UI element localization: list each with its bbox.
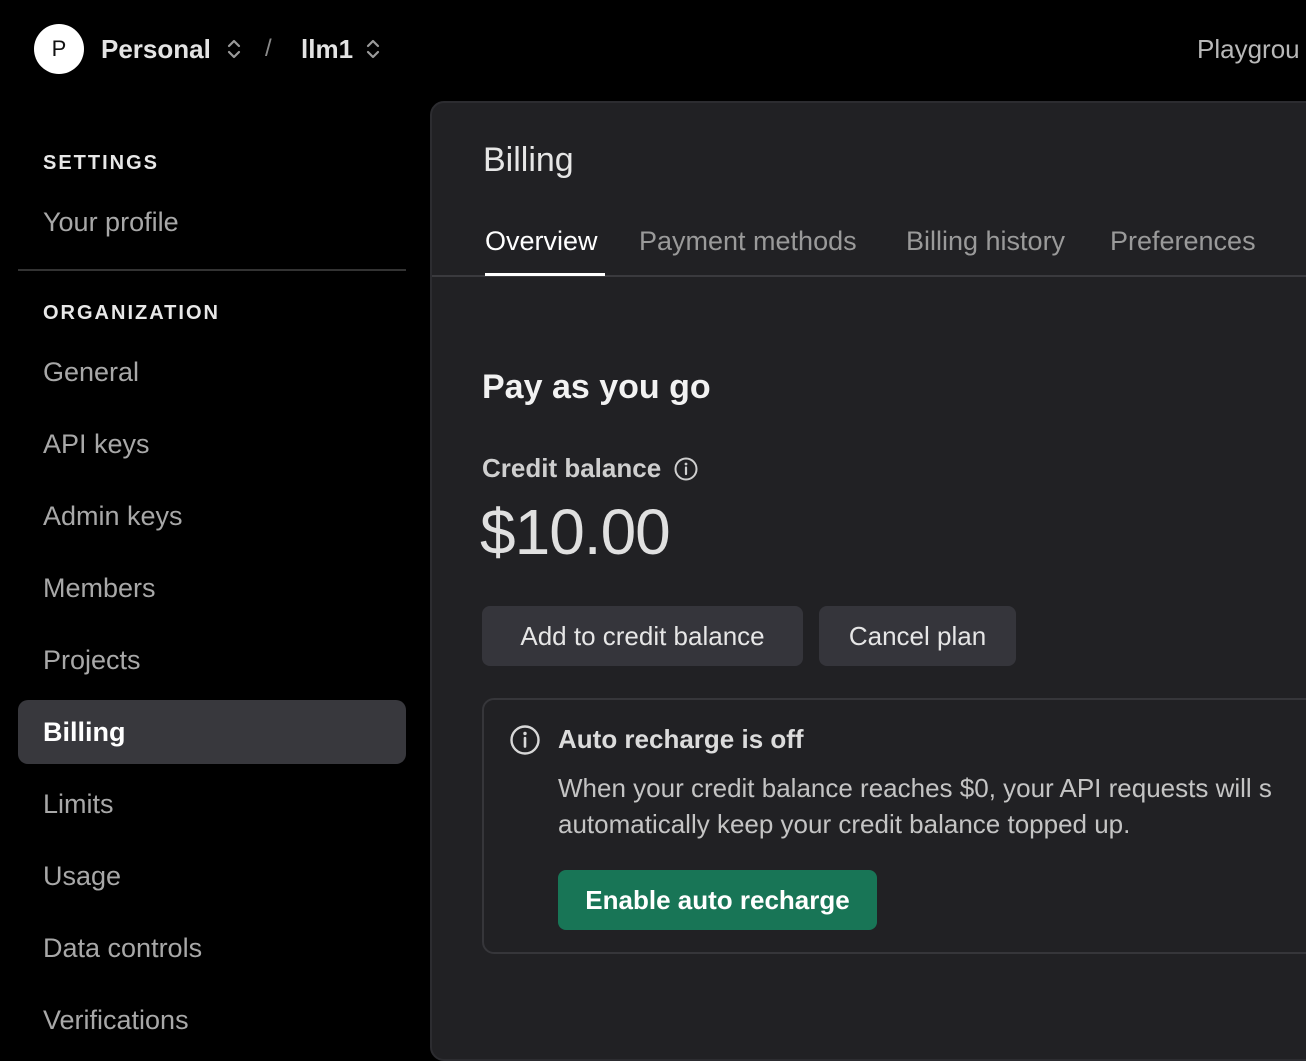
sidebar-item-general[interactable]: General	[18, 340, 406, 404]
plan-title: Pay as you go	[482, 368, 711, 406]
credit-balance-text: Credit balance	[482, 453, 662, 483]
notice-title: Auto recharge is off	[558, 724, 804, 754]
sidebar-item-members[interactable]: Members	[18, 556, 406, 620]
project-switcher[interactable]: llm1	[301, 31, 353, 67]
sidebar-item-usage[interactable]: Usage	[18, 844, 406, 908]
sidebar-item-data-controls[interactable]: Data controls	[18, 916, 406, 980]
add-to-credit-balance-button[interactable]: Add to credit balance	[482, 606, 803, 666]
section-label-organization: ORGANIZATION	[43, 302, 220, 324]
notice-line-2: automatically keep your credit balance t…	[558, 809, 1131, 839]
sidebar-item-your-profile[interactable]: Your profile	[18, 190, 406, 254]
tab-payment-methods[interactable]: Payment methods	[639, 223, 857, 259]
tab-overview[interactable]: Overview	[485, 223, 598, 259]
chevron-up-down-icon[interactable]	[225, 35, 243, 63]
info-icon[interactable]	[673, 456, 699, 482]
tab-preferences[interactable]: Preferences	[1110, 223, 1256, 259]
info-icon	[510, 725, 540, 755]
playground-link[interactable]: Playgrou	[1197, 31, 1300, 67]
notice-body: When your credit balance reaches $0, you…	[558, 770, 1306, 842]
chevron-up-down-icon[interactable]	[364, 35, 382, 63]
page-title: Billing	[483, 141, 574, 179]
org-avatar[interactable]: P	[34, 24, 84, 74]
sidebar-item-verifications[interactable]: Verifications	[18, 988, 406, 1052]
top-bar: P Personal / llm1 Playgrou	[0, 0, 1306, 100]
auto-recharge-notice: Auto recharge is off When your credit ba…	[482, 698, 1306, 954]
sidebar-item-billing[interactable]: Billing	[18, 700, 406, 764]
sidebar-item-api-keys[interactable]: API keys	[18, 412, 406, 476]
settings-sidebar: SETTINGS Your profile ORGANIZATION Gener…	[0, 100, 430, 1048]
sidebar-item-admin-keys[interactable]: Admin keys	[18, 484, 406, 548]
active-tab-indicator	[485, 273, 605, 276]
credit-balance-label: Credit balance	[482, 453, 699, 484]
enable-auto-recharge-button[interactable]: Enable auto recharge	[558, 870, 877, 930]
section-label-settings: SETTINGS	[43, 152, 160, 174]
org-switcher[interactable]: Personal	[101, 31, 211, 67]
notice-line-1: When your credit balance reaches $0, you…	[558, 773, 1272, 803]
breadcrumb-separator: /	[265, 35, 272, 62]
sidebar-divider	[18, 269, 406, 271]
tab-billing-history[interactable]: Billing history	[906, 223, 1065, 259]
sidebar-item-projects[interactable]: Projects	[18, 628, 406, 692]
credit-balance-amount: $10.00	[480, 496, 671, 568]
cancel-plan-button[interactable]: Cancel plan	[819, 606, 1016, 666]
billing-panel: Billing Overview Payment methods Billing…	[430, 101, 1306, 1061]
sidebar-item-limits[interactable]: Limits	[18, 772, 406, 836]
